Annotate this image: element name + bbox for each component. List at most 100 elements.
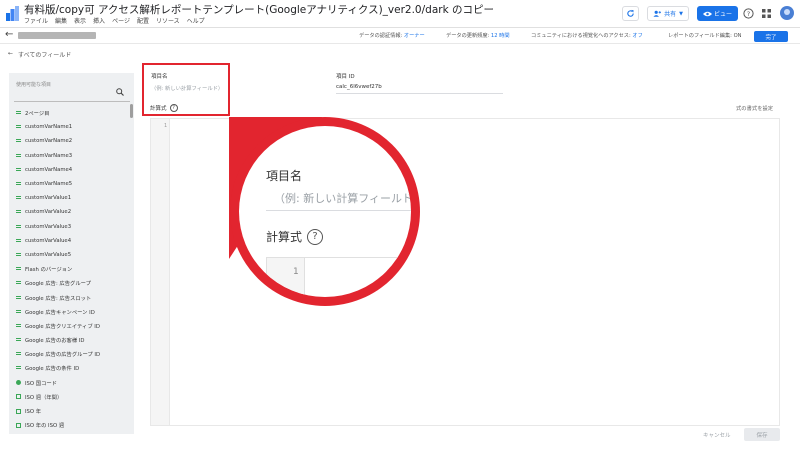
field-list-item[interactable]: Google 広告: 広告グループ <box>16 276 128 290</box>
field-list-item[interactable]: customVarName3 <box>16 149 128 163</box>
menu-file[interactable]: ファイル <box>24 16 48 25</box>
field-list-item-label: customVarName5 <box>25 181 73 188</box>
freshness-info[interactable]: データの更新頻度: 12 時間 <box>446 32 510 39</box>
freshness-value[interactable]: 12 時間 <box>491 33 510 39</box>
calendar-icon <box>16 408 21 414</box>
field-list-item[interactable]: Google 広告クリエイティブ ID <box>16 319 128 333</box>
field-edit-value[interactable]: ON <box>734 33 742 39</box>
text-dimension-icon <box>16 323 21 328</box>
field-list-item-label: customVarName1 <box>25 124 73 131</box>
text-dimension-icon <box>16 267 21 272</box>
field-list-item[interactable]: Google 広告キャンペーン ID <box>16 305 128 319</box>
help-icon[interactable]: ? <box>169 104 178 112</box>
help-icon: ? <box>743 8 754 19</box>
field-edit-label: レポートのフィールド編集: <box>668 33 732 39</box>
zoom-formula-editor: 1 <box>266 257 411 297</box>
search-field-underline <box>14 101 130 102</box>
field-list-item[interactable]: ISO 国コード <box>16 376 128 390</box>
field-list-item[interactable]: customVarName5 <box>16 177 128 191</box>
field-list-item-label: 2ページ目 <box>25 111 50 118</box>
field-list-item[interactable]: Google 広告: 広告スロット <box>16 290 128 304</box>
field-list: 2ページ目 customVarName1 customVarName2 customV… <box>16 106 128 432</box>
menu-view[interactable]: 表示 <box>74 16 86 25</box>
field-list-item-label: Google 広告のお客様 ID <box>25 338 85 345</box>
field-list-item-label: customVarName3 <box>25 152 73 159</box>
all-fields-label: すべてのフィールド <box>18 52 72 59</box>
back-arrow-icon: ← <box>8 50 14 57</box>
field-id-label: 項目 ID <box>336 74 355 80</box>
data-studio-logo-icon[interactable] <box>6 6 19 21</box>
search-icon[interactable] <box>116 88 124 96</box>
text-dimension-icon <box>16 352 21 357</box>
field-id-input[interactable]: calc_6l6vwef27b <box>336 84 503 94</box>
apps-button[interactable] <box>760 7 773 20</box>
data-source-bar: ← データの認証情報: オーナー データの更新頻度: 12 時間 コミュニティに… <box>0 28 800 44</box>
help-button[interactable]: ? <box>742 7 755 20</box>
field-list-item[interactable]: customVarValue2 <box>16 205 128 219</box>
line-number: 1 <box>164 123 168 129</box>
community-access-value[interactable]: オフ <box>632 33 642 39</box>
text-dimension-icon <box>16 182 21 187</box>
formula-label: 計算式 <box>150 106 167 112</box>
field-list-item[interactable]: customVarValue3 <box>16 220 128 234</box>
text-dimension-icon <box>16 196 21 201</box>
field-edit-info[interactable]: レポートのフィールド編集: ON <box>668 32 742 39</box>
field-list-item[interactable]: ISO 年の ISO 週 <box>16 418 128 432</box>
field-list-item-label: Google 広告クリエイティブ ID <box>25 323 100 330</box>
field-list-item-label: Google 広告キャンペーン ID <box>25 309 95 316</box>
menu-insert[interactable]: 挿入 <box>93 16 105 25</box>
field-list-item[interactable]: customVarName1 <box>16 120 128 134</box>
menu-arrange[interactable]: 配置 <box>137 16 149 25</box>
field-list-item[interactable]: customVarName2 <box>16 134 128 148</box>
field-list-item[interactable]: customVarValue1 <box>16 191 128 205</box>
text-dimension-icon <box>16 210 21 215</box>
format-formula-link[interactable]: 式の書式を設定 <box>736 104 773 112</box>
done-button[interactable]: 完了 <box>754 31 788 42</box>
field-list-item[interactable]: 2ページ目 <box>16 106 128 120</box>
eye-icon <box>702 11 712 16</box>
field-list-item[interactable]: ISO 週（年間） <box>16 390 128 404</box>
all-fields-link[interactable]: ← すべてのフィールド <box>8 50 71 59</box>
community-access-info[interactable]: コミュニティにおける視覚化へのアクセス: オフ <box>531 32 643 39</box>
field-list-item-label: Google 広告: 広告スロット <box>25 295 92 302</box>
menu-bar: ファイル 編集 表示 挿入 ページ 配置 リソース ヘルプ <box>24 16 205 25</box>
credentials-value[interactable]: オーナー <box>404 33 425 39</box>
svg-text:?: ? <box>747 10 750 18</box>
menu-page[interactable]: ページ <box>112 16 130 25</box>
view-button[interactable]: ビュー <box>697 6 738 21</box>
credentials-info[interactable]: データの認証情報: オーナー <box>359 32 425 39</box>
data-source-name-redacted <box>18 32 96 39</box>
refresh-button[interactable] <box>622 6 639 21</box>
field-list-item[interactable]: Google 広告の広告グループ ID <box>16 347 128 361</box>
save-button[interactable]: 保存 <box>744 428 780 441</box>
field-list-item[interactable]: ISO 年 <box>16 404 128 418</box>
user-avatar[interactable] <box>780 6 794 20</box>
field-list-item-label: customVarValue2 <box>25 209 72 216</box>
field-list-item[interactable]: Google 広告の条件 ID <box>16 361 128 375</box>
back-arrow-icon[interactable]: ← <box>5 29 13 40</box>
zoom-callout-content: 項目名 （例: 新しい計算フィールド） 計算式 ? 1 <box>239 126 411 297</box>
text-dimension-icon <box>16 252 21 257</box>
share-label: 共有 <box>664 11 677 18</box>
text-dimension-icon <box>16 167 21 172</box>
field-list-scrollbar[interactable] <box>130 104 133 118</box>
field-list-item[interactable]: customVarValue4 <box>16 234 128 248</box>
freshness-label: データの更新頻度: <box>446 33 490 39</box>
text-dimension-icon <box>16 309 21 314</box>
field-list-item-label: ISO 週（年間） <box>25 394 63 401</box>
field-list-item[interactable]: customVarName4 <box>16 163 128 177</box>
menu-help[interactable]: ヘルプ <box>187 16 205 25</box>
cancel-button[interactable]: キャンセル <box>703 431 731 439</box>
menu-edit[interactable]: 編集 <box>55 16 67 25</box>
text-dimension-icon <box>16 139 21 144</box>
field-list-item[interactable]: Flash のバージョン <box>16 262 128 276</box>
zoom-editor-gutter: 1 <box>267 258 305 297</box>
field-list-item[interactable]: Google 広告のお客様 ID <box>16 333 128 347</box>
editor-gutter: 1 <box>151 119 170 425</box>
field-list-item[interactable]: customVarValue5 <box>16 248 128 262</box>
field-list-item-label: Google 広告: 広告グループ <box>25 281 91 288</box>
menu-resource[interactable]: リソース <box>156 16 180 25</box>
report-title[interactable]: 有料版/copy可 アクセス解析レポートテンプレート(Googleアナリティクス… <box>24 2 494 17</box>
text-dimension-icon <box>16 295 21 300</box>
share-button[interactable]: 共有 ▼ <box>647 6 689 21</box>
